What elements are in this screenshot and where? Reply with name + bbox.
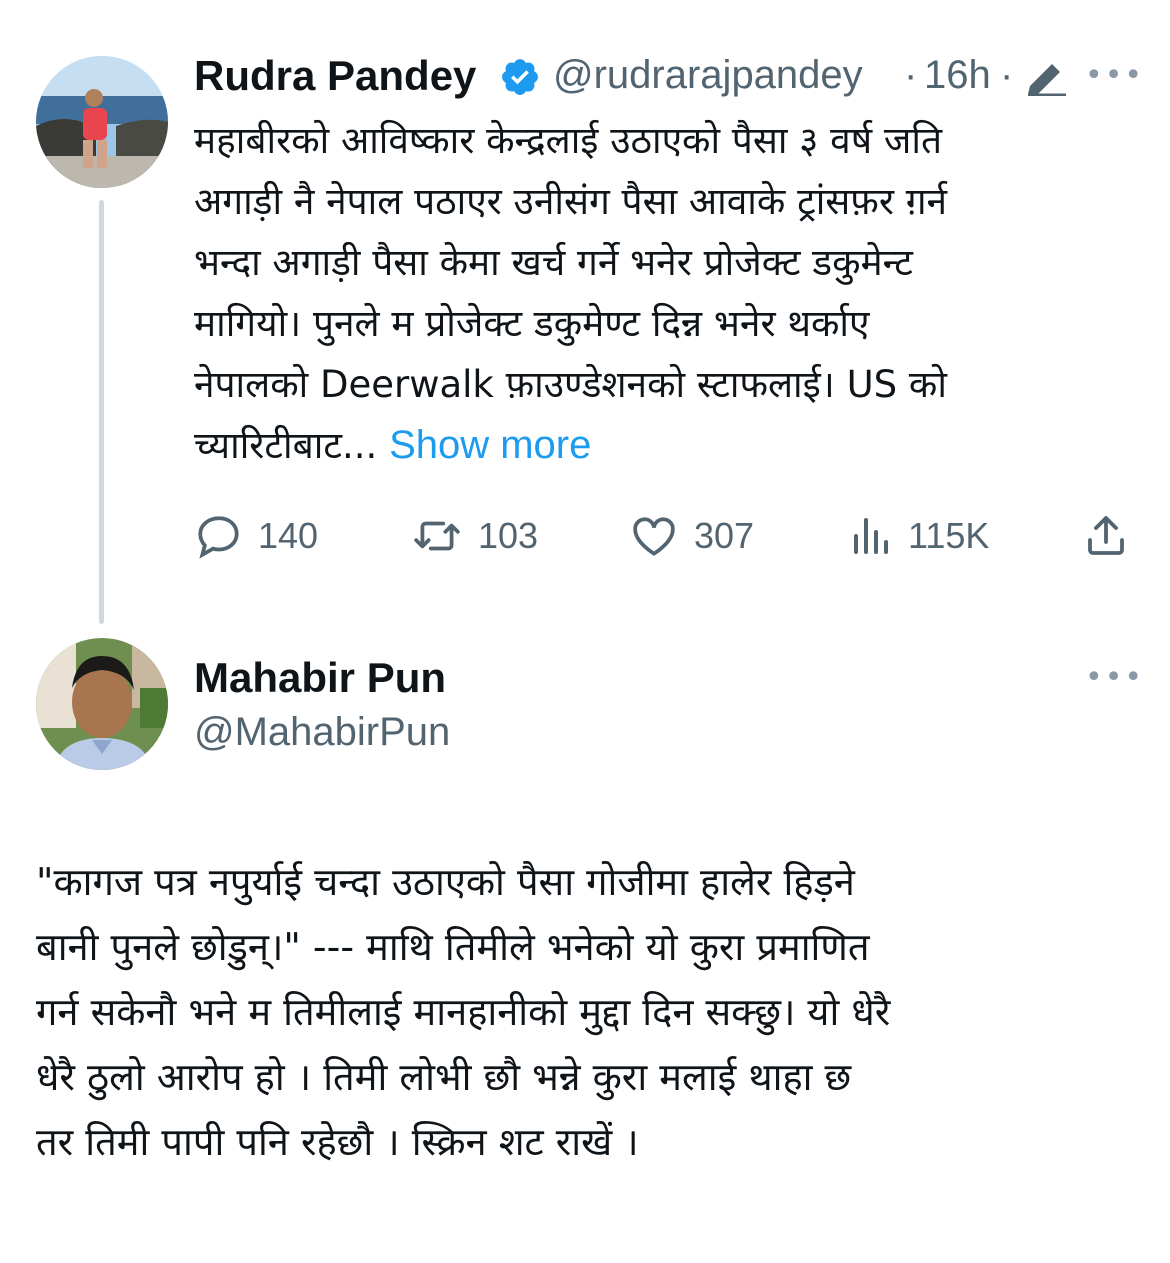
like-icon	[628, 511, 680, 561]
edit-icon[interactable]	[1022, 56, 1070, 96]
reply-button[interactable]: 140	[194, 510, 318, 562]
verified-badge-icon	[499, 56, 541, 98]
separator-dot: ·	[904, 53, 918, 97]
mahabir-avatar-image	[36, 638, 168, 770]
share-button[interactable]	[1082, 510, 1130, 562]
repost-count: 103	[478, 515, 539, 556]
rudra-avatar[interactable]	[36, 56, 168, 188]
tweet-body: महाबीरको आविष्कार केन्द्रलाई उठाएको पैसा…	[194, 119, 948, 467]
reply-count: 140	[258, 515, 319, 556]
separator-dot: ·	[1000, 53, 1014, 97]
views-button[interactable]: 115K	[850, 510, 989, 562]
more-icon[interactable]: •••	[1085, 660, 1144, 695]
author-name[interactable]: Mahabir Pun	[194, 654, 446, 702]
mahabir-avatar[interactable]	[36, 638, 168, 770]
author-handle[interactable]: @rudrarajpandey	[553, 53, 863, 98]
reply-icon	[194, 511, 244, 561]
views-count: 115K	[908, 515, 990, 556]
tweet-text: महाबीरको आविष्कार केन्द्रलाई उठाएको पैसा…	[194, 110, 1154, 476]
author-handle[interactable]: @MahabirPun	[194, 710, 450, 755]
more-icon[interactable]: •••	[1085, 58, 1144, 93]
like-button[interactable]: 307	[628, 510, 754, 562]
views-icon	[850, 511, 894, 561]
like-count: 307	[694, 515, 755, 556]
author-name[interactable]: Rudra Pandey	[194, 52, 476, 100]
share-icon	[1082, 511, 1130, 561]
repost-button[interactable]: 103	[410, 510, 538, 562]
show-more-link[interactable]: Show more	[389, 423, 591, 467]
thread-line	[99, 200, 104, 624]
rudra-avatar-image	[36, 56, 168, 188]
timestamp[interactable]: 16h	[924, 53, 991, 98]
repost-icon	[410, 511, 464, 561]
tweet-body: "कागज पत्र नपुर्याई चन्दा उठाएको पैसा गो…	[36, 860, 891, 1164]
